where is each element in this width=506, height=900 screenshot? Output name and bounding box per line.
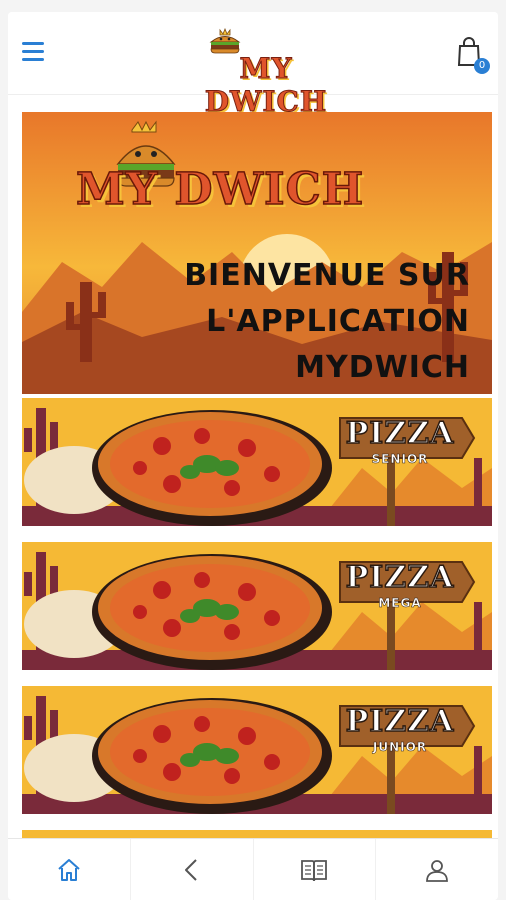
promo-subtitle: JUNIOR xyxy=(372,740,428,755)
back-icon xyxy=(184,859,197,881)
hero-logo-wordmark: MY DWICH xyxy=(75,163,365,216)
welcome-banner: MY DWICH BIENVENUE SUR L'APPLICATION MYD… xyxy=(22,112,492,394)
promo-subtitle: SENIOR xyxy=(371,452,429,467)
promo-sign: PIZZA MEGA xyxy=(322,554,462,612)
home-icon xyxy=(58,859,80,881)
menu-icon[interactable] xyxy=(22,42,44,61)
promo-sign: PIZZA SENIOR xyxy=(322,410,462,468)
menu-book-icon xyxy=(301,860,328,882)
cart-button[interactable]: 0 xyxy=(456,36,490,76)
nav-home[interactable] xyxy=(8,839,131,900)
promo-subtitle: MEGA xyxy=(378,596,422,611)
promo-title: PIZZA xyxy=(345,559,455,596)
welcome-line-1: BIENVENUE SUR xyxy=(184,258,470,293)
app-screen: MY DWICH 0 MY DWICH BIENVENUE SUR L'APPL… xyxy=(8,12,498,900)
app-logo[interactable]: MY DWICH xyxy=(186,28,346,119)
bottom-navigation xyxy=(8,838,498,900)
nav-back[interactable] xyxy=(131,839,254,900)
promo-sign: PIZZA JUNIOR xyxy=(322,698,462,756)
burger-mascot-icon xyxy=(209,28,241,54)
promo-card-partial[interactable] xyxy=(22,830,492,838)
user-icon xyxy=(426,860,449,882)
nav-profile[interactable] xyxy=(376,839,498,900)
top-app-bar: MY DWICH 0 xyxy=(8,12,498,119)
welcome-line-2: L'APPLICATION xyxy=(206,304,470,339)
promo-title: PIZZA xyxy=(345,703,455,740)
promo-card-pizza-senior[interactable]: PIZZA SENIOR xyxy=(22,398,492,526)
logo-wordmark: MY DWICH xyxy=(204,52,328,119)
promo-card-pizza-junior[interactable]: PIZZA JUNIOR xyxy=(22,686,492,814)
promo-card-pizza-mega[interactable]: PIZZA MEGA xyxy=(22,542,492,670)
welcome-line-3: MYDWICH xyxy=(295,350,470,385)
promo-title: PIZZA xyxy=(345,415,455,452)
nav-menu[interactable] xyxy=(254,839,377,900)
cart-count-badge: 0 xyxy=(474,58,490,74)
